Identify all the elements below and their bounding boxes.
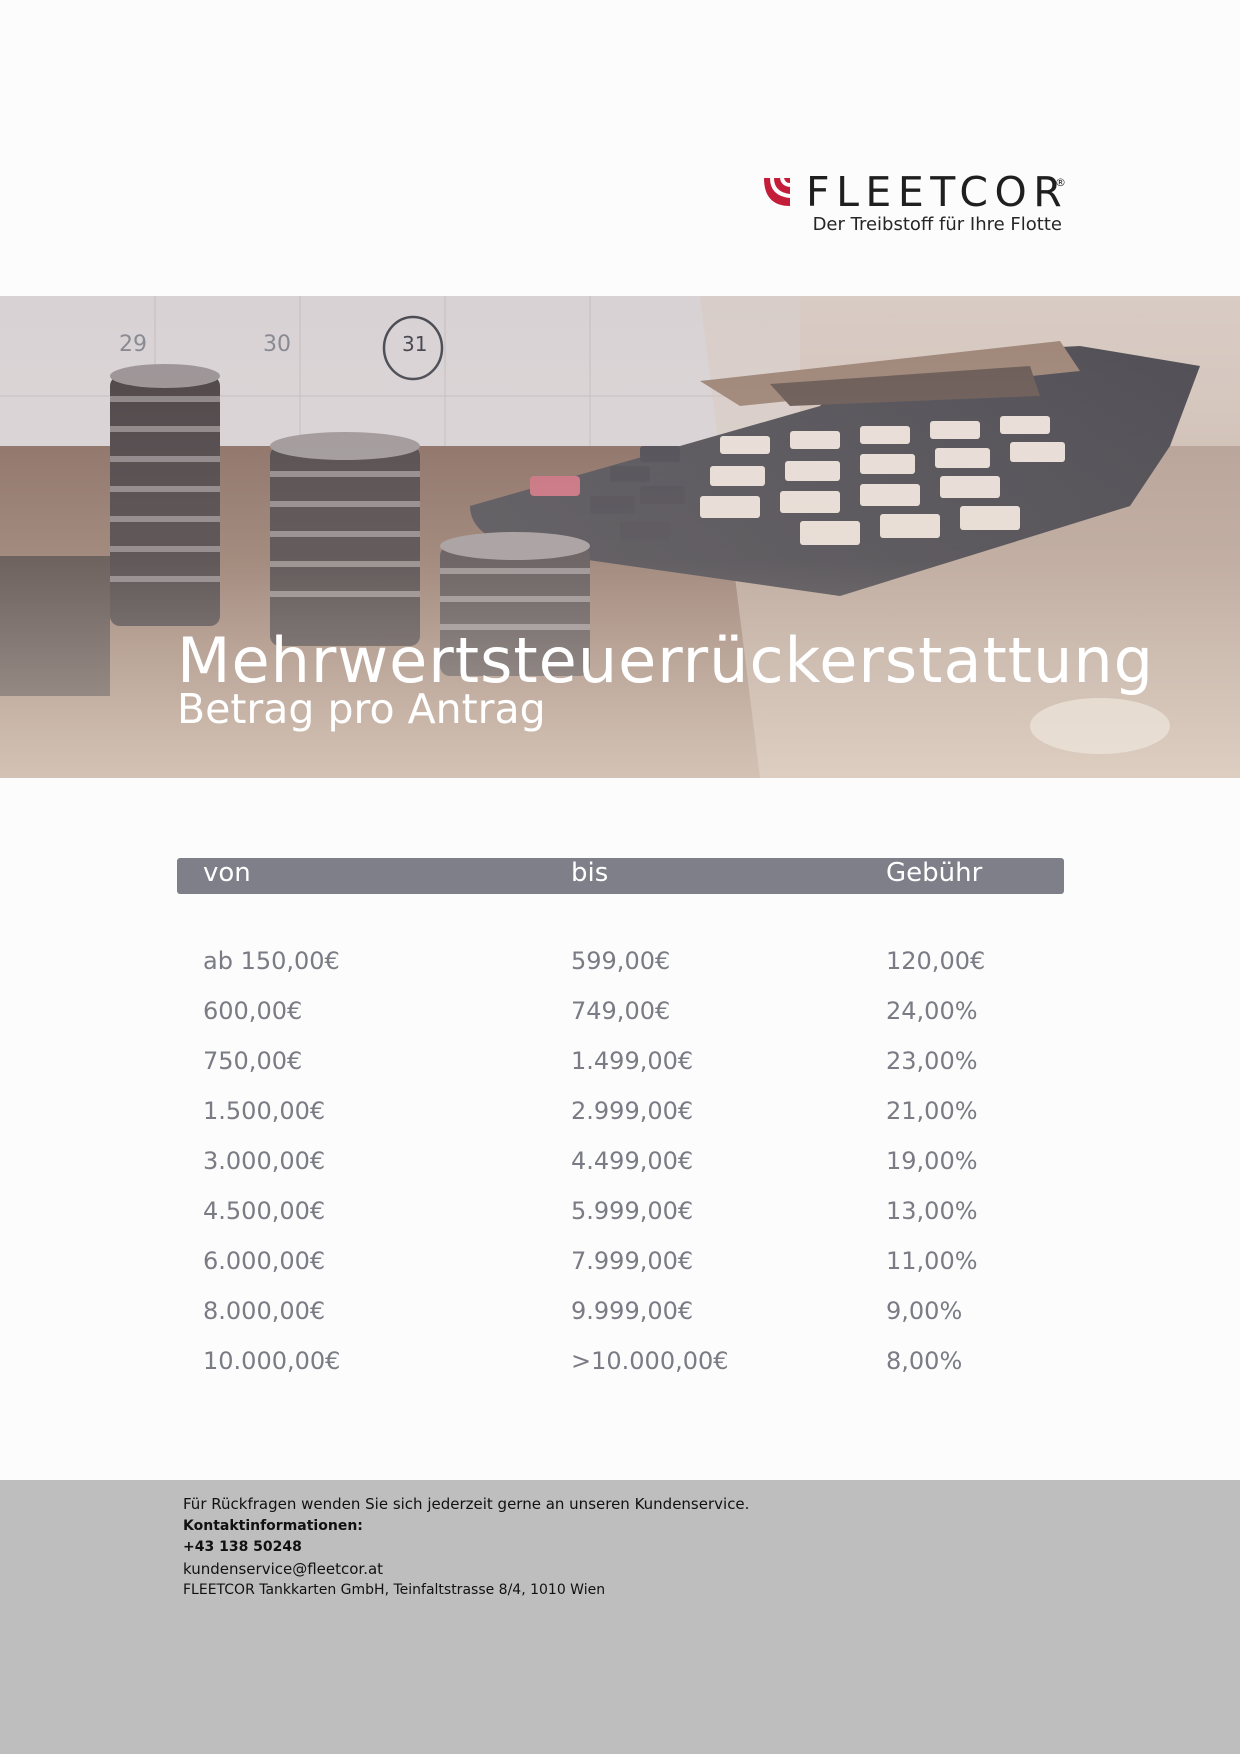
contact-address: FLEETCOR Tankkarten GmbH, Teinfaltstrass… — [183, 1582, 606, 1598]
cell-fee: 11,00% — [886, 1247, 978, 1275]
cell-to: 7.999,00€ — [571, 1247, 694, 1275]
column-header-gebuehr: Gebühr — [886, 858, 983, 888]
cell-fee: 21,00% — [886, 1097, 978, 1125]
calendar-day-31: 31 — [402, 332, 428, 356]
table-row: 3.000,00€ 4.499,00€ 19,00% — [177, 1136, 1064, 1186]
cell-from: 4.500,00€ — [203, 1197, 326, 1225]
cell-from: 750,00€ — [203, 1047, 303, 1075]
cell-fee: 23,00% — [886, 1047, 978, 1075]
registered-mark: ® — [1055, 176, 1066, 189]
page-subtitle: Betrag pro Antrag — [177, 685, 546, 733]
cell-from: 8.000,00€ — [203, 1297, 326, 1325]
calendar-day-29: 29 — [119, 332, 147, 357]
cell-to: 5.999,00€ — [571, 1197, 694, 1225]
table-row: 1.500,00€ 2.999,00€ 21,00% — [177, 1086, 1064, 1136]
table-row: 750,00€ 1.499,00€ 23,00% — [177, 1036, 1064, 1086]
cell-fee: 19,00% — [886, 1147, 978, 1175]
contact-heading: Kontaktinformationen: — [183, 1517, 363, 1534]
logo-tagline: Der Treibstoff für Ihre Flotte — [812, 214, 1062, 235]
table-row: ab 150,00€ 599,00€ 120,00€ — [177, 936, 1064, 986]
cell-to: 4.499,00€ — [571, 1147, 694, 1175]
cell-to: 599,00€ — [571, 947, 671, 975]
cell-to: >10.000,00€ — [571, 1347, 729, 1375]
table-row: 10.000,00€ >10.000,00€ 8,00% — [177, 1336, 1064, 1386]
table-row: 4.500,00€ 5.999,00€ 13,00% — [177, 1186, 1064, 1236]
cell-fee: 9,00% — [886, 1297, 963, 1325]
cell-fee: 24,00% — [886, 997, 978, 1025]
hero-banner: 29 30 31 Mehrwertsteuerrückerstattung Be… — [0, 296, 1240, 778]
cell-from: 10.000,00€ — [203, 1347, 341, 1375]
table-header: von bis Gebühr — [177, 858, 1064, 894]
cell-fee: 120,00€ — [886, 947, 986, 975]
cell-from: ab 150,00€ — [203, 947, 340, 975]
contact-block: Für Rückfragen wenden Sie sich jederzeit… — [183, 1494, 749, 1602]
cell-to: 1.499,00€ — [571, 1047, 694, 1075]
footer: Für Rückfragen wenden Sie sich jederzeit… — [0, 1480, 1240, 1754]
cell-from: 1.500,00€ — [203, 1097, 326, 1125]
cell-from: 6.000,00€ — [203, 1247, 326, 1275]
fleetcor-logo: FLEETCOR ® Der Treibstoff für Ihre Flott… — [760, 168, 1066, 242]
table-row: 600,00€ 749,00€ 24,00% — [177, 986, 1064, 1036]
cell-fee: 13,00% — [886, 1197, 978, 1225]
footer-intro: Für Rückfragen wenden Sie sich jederzeit… — [183, 1495, 750, 1513]
column-header-bis: bis — [571, 858, 609, 888]
logo-signal-icon — [764, 178, 790, 206]
cell-fee: 8,00% — [886, 1347, 963, 1375]
contact-email[interactable]: kundenservice@fleetcor.at — [183, 1559, 749, 1581]
cell-to: 749,00€ — [571, 997, 671, 1025]
cell-from: 3.000,00€ — [203, 1147, 326, 1175]
table-row: 6.000,00€ 7.999,00€ 11,00% — [177, 1236, 1064, 1286]
logo-wordmark: FLEETCOR — [806, 168, 1069, 216]
cell-to: 9.999,00€ — [571, 1297, 694, 1325]
cell-to: 2.999,00€ — [571, 1097, 694, 1125]
table-body: ab 150,00€ 599,00€ 120,00€ 600,00€ 749,0… — [177, 936, 1064, 1386]
table-row: 8.000,00€ 9.999,00€ 9,00% — [177, 1286, 1064, 1336]
fee-table: von bis Gebühr ab 150,00€ 599,00€ 120,00… — [177, 858, 1064, 1375]
cell-from: 600,00€ — [203, 997, 303, 1025]
calendar-day-30: 30 — [263, 332, 291, 357]
contact-phone[interactable]: +43 138 50248 — [183, 1537, 749, 1559]
column-header-von: von — [203, 858, 251, 888]
